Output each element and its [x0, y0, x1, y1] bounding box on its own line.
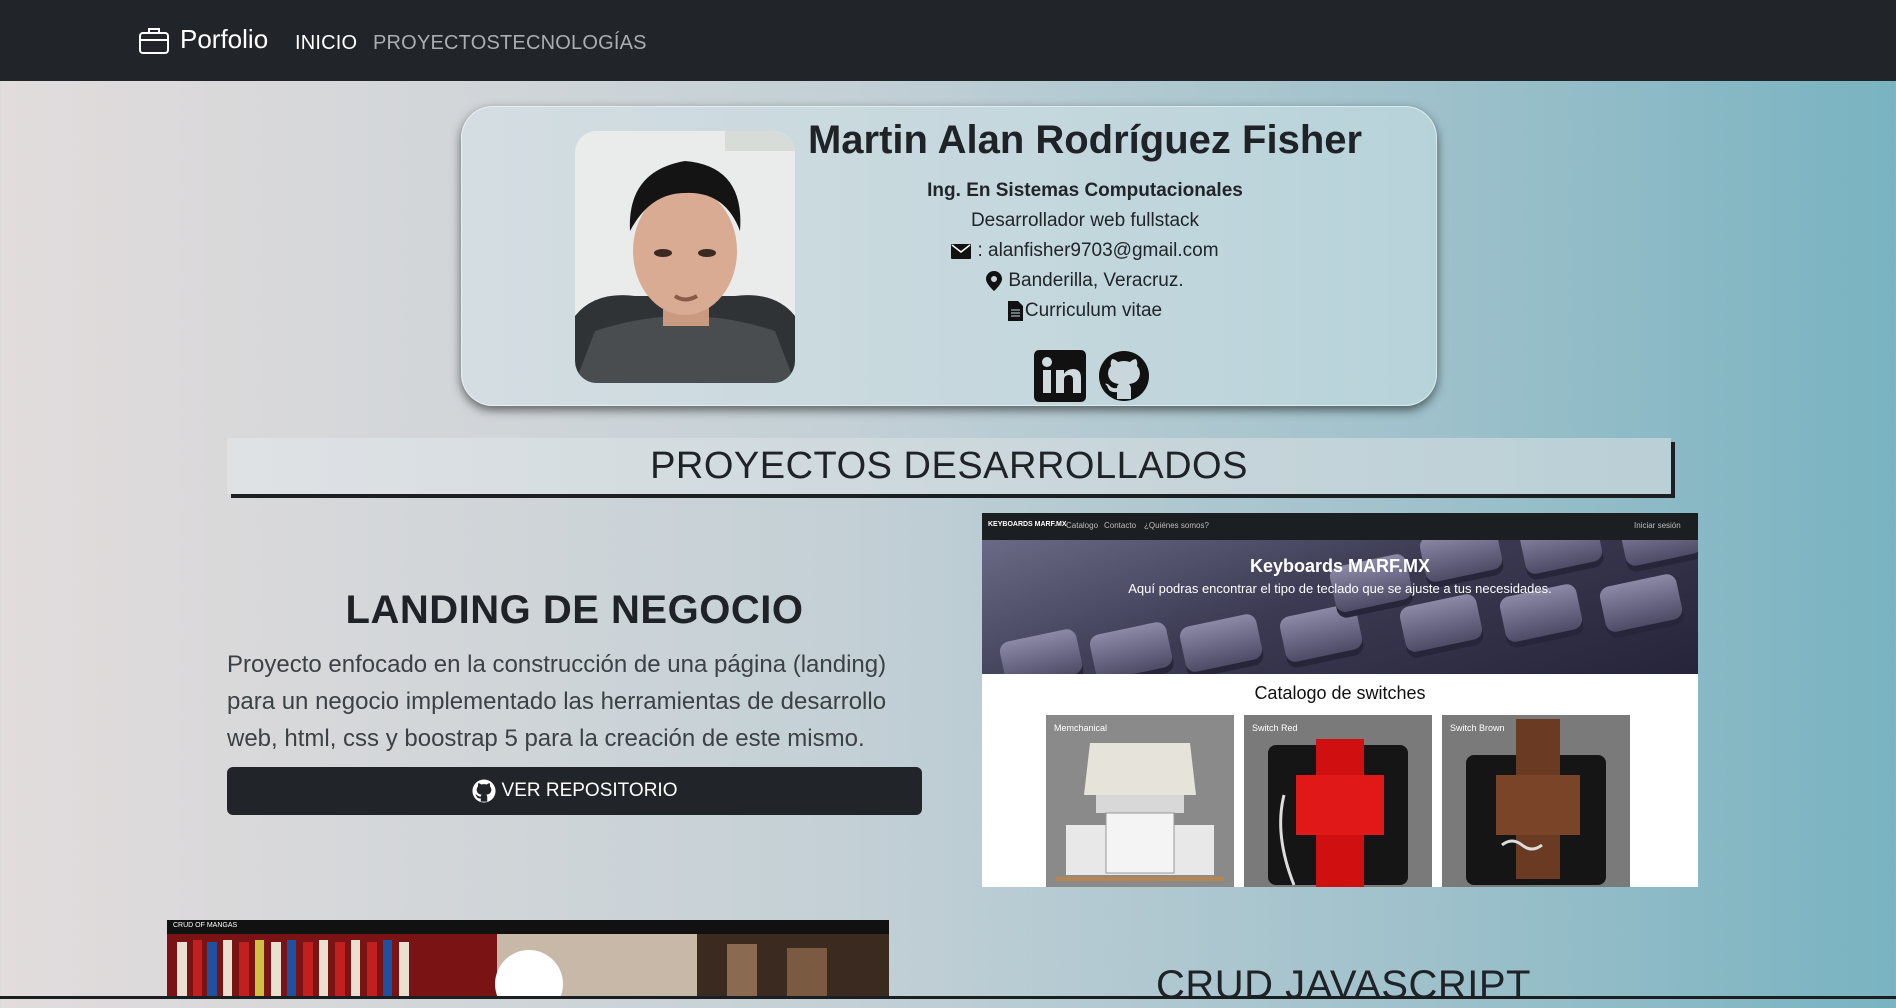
profile-photo: [575, 131, 795, 383]
profile-info: Martin Alan Rodríguez Fisher Ing. En Sis…: [800, 112, 1370, 326]
profile-name: Martin Alan Rodríguez Fisher: [807, 118, 1363, 162]
project-description: Proyecto enfocado en la construcción de …: [227, 651, 887, 752]
preview-card: Switch Red: [1244, 715, 1432, 887]
brand-link[interactable]: Porfolio: [138, 24, 268, 55]
document-icon: [1007, 301, 1023, 321]
view-repository-button[interactable]: VER REPOSITORIO: [227, 767, 922, 815]
avatar: [575, 131, 795, 383]
project-title: CRUD JAVASCRIPT: [1156, 963, 1531, 1007]
profile-cv-link[interactable]: Curriculum vitae: [800, 296, 1370, 326]
nav-proyectos[interactable]: PROYECTOS: [373, 32, 500, 55]
preview-navbar: KEYBOARDS MARF.MX Catalogo Contacto ¿Qui…: [982, 513, 1698, 540]
preview-navbar: CRUD OF MANGAS: [167, 920, 889, 934]
linkedin-icon[interactable]: [1034, 350, 1086, 402]
github-icon[interactable]: [1098, 350, 1150, 402]
preview-hero-subtitle: Aquí podras encontrar el tipo de teclado…: [1128, 581, 1552, 596]
preview-card: Memchanical: [1046, 715, 1234, 887]
project-preview-screenshot[interactable]: CRUD OF MANGAS: [167, 920, 889, 999]
envelope-icon: [951, 243, 972, 259]
profile-location: Banderilla, Veracruz.: [800, 266, 1370, 296]
nav-tecnologias[interactable]: TECNOLOGÍAS: [500, 32, 647, 55]
profile-role: Desarrollador web fullstack: [970, 210, 1200, 231]
briefcase-icon: [139, 27, 169, 54]
nav-inicio[interactable]: INICIO: [295, 32, 357, 55]
project-title: LANDING DE NEGOCIO: [345, 588, 804, 632]
navbar: Porfolio INICIO PROYECTOS TECNOLOGÍAS: [0, 0, 1896, 81]
github-icon: [471, 779, 496, 803]
map-pin-icon: [986, 271, 1003, 291]
preview-card: Switch Brown: [1442, 715, 1630, 887]
preview-catalog-title: Catalogo de switches: [1254, 683, 1426, 703]
brand-label: Porfolio: [180, 24, 269, 54]
profile-degree: Ing. En Sistemas Computacionales: [927, 180, 1243, 201]
social-links: [1034, 350, 1150, 402]
preview-hero-title: Keyboards MARF.MX: [1249, 556, 1431, 576]
profile-email[interactable]: : alanfisher9703@gmail.com: [800, 236, 1370, 266]
projects-section-title: PROYECTOS DESARROLLADOS: [227, 438, 1671, 494]
